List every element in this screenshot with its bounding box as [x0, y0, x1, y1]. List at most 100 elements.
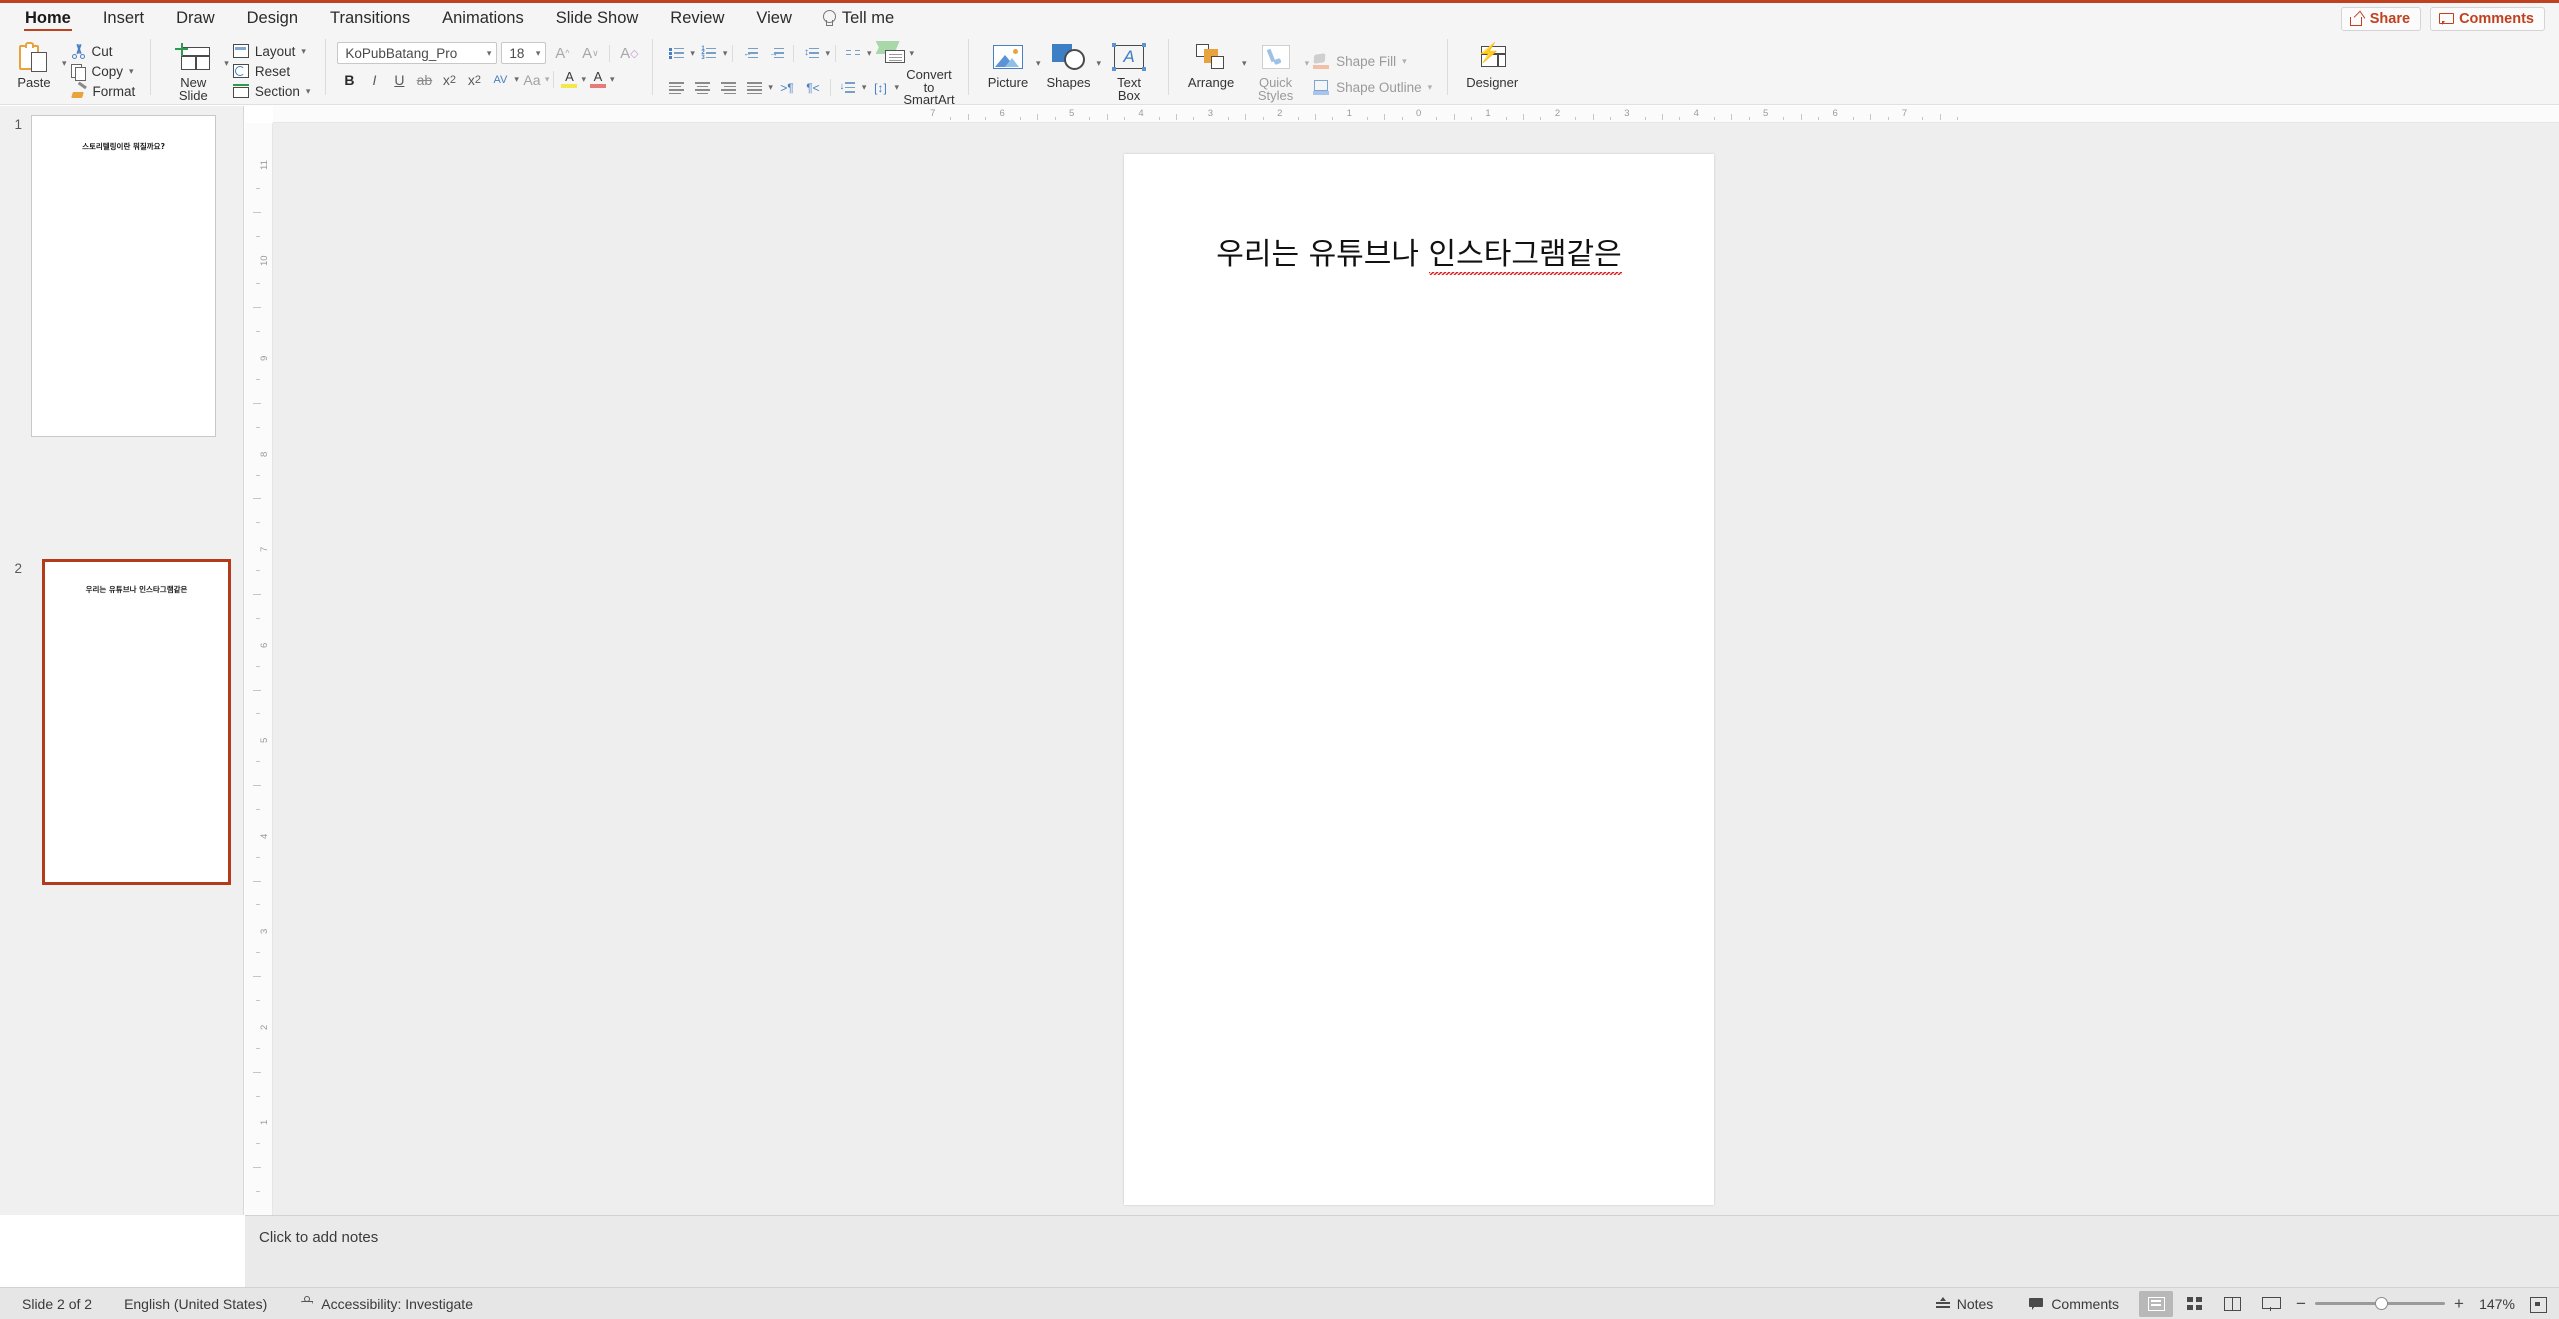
accessibility-status[interactable]: Accessibility: Investigate [283, 1296, 489, 1312]
underline-button[interactable]: U [387, 69, 411, 90]
current-slide[interactable]: 우리는 유튜브나 인스타그램같은 [1124, 154, 1714, 1205]
ltr-direction-button[interactable]: >¶ [775, 78, 799, 98]
align-text-button[interactable]: [↕] [868, 78, 892, 98]
bold-button[interactable]: B [337, 69, 361, 90]
character-spacing-button[interactable]: AV [487, 69, 513, 90]
columns-button[interactable] [841, 43, 865, 63]
copy-button[interactable]: Copy ▾ [67, 61, 140, 81]
notes-pane[interactable]: Click to add notes [245, 1215, 2559, 1287]
share-button[interactable]: Share [2340, 7, 2422, 31]
change-case-button[interactable]: Aa [520, 69, 544, 90]
grow-font-button[interactable]: A ^ [550, 42, 574, 64]
slide-canvas-area[interactable]: 우리는 유튜브나 인스타그램같은 [273, 123, 2559, 1215]
line-spacing-button[interactable]: ↕ [799, 43, 823, 63]
cut-button[interactable]: Cut [67, 41, 140, 61]
slide-sorter-view-button[interactable] [2177, 1291, 2211, 1317]
decrease-indent-button[interactable]: ← [738, 43, 762, 63]
align-right-button[interactable] [716, 78, 740, 98]
shape-fill-chevron[interactable]: ▾ [1402, 56, 1407, 67]
align-center-button[interactable] [690, 78, 714, 98]
subscript-button[interactable]: x2 [462, 69, 486, 90]
slide-thumbnail-panel[interactable]: 1 스토리텔링이란 뭐질까요? 2 우리는 유튜브나 인스타그램같은 [0, 106, 244, 1215]
slide-show-view-button[interactable] [2253, 1291, 2287, 1317]
font-color-button[interactable]: A [587, 69, 609, 90]
font-color-chevron[interactable]: ▾ [610, 74, 615, 85]
designer-button[interactable]: ⚡ Designer [1459, 36, 1525, 90]
justify-button[interactable] [742, 78, 766, 98]
line-spacing-chevron[interactable]: ▾ [825, 48, 830, 59]
smartart-graphic-button[interactable] [874, 41, 908, 63]
zoom-slider[interactable] [2315, 1297, 2445, 1310]
horizontal-ruler[interactable]: 7 6 5 4 3 2 1 0 1 2 3 4 5 6 7 [273, 106, 2559, 123]
bullets-button[interactable] [664, 43, 688, 63]
shape-fill-button[interactable]: Shape Fill ▾ [1309, 48, 1436, 74]
vertical-ruler[interactable]: 11 10 9 8 7 6 5 4 3 2 1 [245, 123, 273, 1215]
new-slide-button[interactable]: New Slide [162, 36, 224, 102]
numbering-button[interactable]: 123 [697, 43, 721, 63]
slide-count-status[interactable]: Slide 2 of 2 [0, 1296, 108, 1312]
reading-view-button[interactable] [2215, 1291, 2249, 1317]
rtl-direction-button[interactable]: ¶< [801, 78, 825, 98]
copy-dropdown-chevron[interactable]: ▾ [129, 66, 134, 77]
align-text-chevron[interactable]: ▾ [894, 82, 899, 93]
font-name-combo[interactable]: KoPubBatang_Pro ▾ [337, 42, 498, 64]
text-highlight-button[interactable]: A [558, 69, 580, 90]
arrange-button[interactable]: Arrange [1180, 36, 1242, 90]
text-direction-button[interactable]: ↓ [836, 78, 860, 98]
zoom-percent-label[interactable]: 147% [2473, 1296, 2521, 1312]
font-name-chevron[interactable]: ▾ [487, 48, 492, 59]
bullets-chevron[interactable]: ▾ [690, 48, 695, 59]
strikethrough-button[interactable]: ab [412, 69, 436, 90]
comments-button[interactable]: Comments [2430, 7, 2545, 31]
tab-draw[interactable]: Draw [160, 3, 231, 33]
notes-toggle-button[interactable]: Notes [1920, 1296, 2010, 1312]
text-direction-chevron[interactable]: ▾ [862, 82, 867, 93]
justify-chevron[interactable]: ▾ [768, 82, 773, 93]
change-case-chevron[interactable]: ▾ [545, 74, 550, 85]
tab-animations[interactable]: Animations [426, 3, 540, 33]
text-box-button[interactable]: A Text Box [1101, 36, 1157, 102]
layout-dropdown-chevron[interactable]: ▾ [301, 46, 306, 57]
layout-button[interactable]: Layout ▾ [229, 41, 315, 61]
quick-styles-button[interactable]: Quick Styles [1247, 36, 1305, 102]
shapes-button[interactable]: Shapes [1041, 36, 1097, 90]
zoom-out-button[interactable]: − [2291, 1294, 2311, 1314]
normal-view-button[interactable] [2139, 1290, 2173, 1317]
zoom-slider-knob[interactable] [2375, 1297, 2388, 1310]
fit-to-window-button[interactable] [2525, 1293, 2551, 1315]
convert-to-smartart-button[interactable]: Convert to SmartArt [901, 68, 957, 107]
font-size-chevron[interactable]: ▾ [536, 48, 541, 59]
columns-chevron[interactable]: ▾ [867, 48, 872, 59]
slide-thumbnail-2[interactable]: 우리는 유튜브나 인스타그램같은 [42, 559, 231, 885]
shape-outline-chevron[interactable]: ▾ [1428, 82, 1433, 93]
section-dropdown-chevron[interactable]: ▾ [306, 86, 311, 97]
reset-button[interactable]: Reset [229, 61, 315, 81]
smartart-chevron[interactable]: ▾ [910, 48, 915, 59]
format-painter-button[interactable]: Format [67, 81, 140, 101]
tab-insert[interactable]: Insert [87, 3, 160, 33]
shape-outline-button[interactable]: Shape Outline ▾ [1309, 74, 1436, 100]
zoom-in-button[interactable]: + [2449, 1294, 2469, 1314]
italic-button[interactable]: I [362, 69, 386, 90]
text-highlight-chevron[interactable]: ▾ [581, 74, 586, 85]
language-status[interactable]: English (United States) [108, 1296, 283, 1312]
comments-toggle-button[interactable]: Comments [2013, 1296, 2135, 1312]
tab-design[interactable]: Design [231, 3, 314, 33]
tab-view[interactable]: View [740, 3, 807, 33]
superscript-button[interactable]: x2 [437, 69, 461, 90]
tab-transitions[interactable]: Transitions [314, 3, 426, 33]
tab-review[interactable]: Review [654, 3, 740, 33]
font-size-combo[interactable]: 18 ▾ [501, 42, 547, 64]
tell-me-button[interactable]: Tell me [808, 3, 908, 33]
character-spacing-chevron[interactable]: ▾ [514, 74, 519, 85]
slide-thumbnail-1[interactable]: 스토리텔링이란 뭐질까요? [31, 115, 216, 437]
slide-title-textbox[interactable]: 우리는 유튜브나 인스타그램같은 [1124, 229, 1714, 275]
shrink-font-button[interactable]: A ∨ [578, 42, 602, 64]
paste-button[interactable]: Paste [6, 36, 62, 90]
increase-indent-button[interactable]: → [764, 43, 788, 63]
tab-slide-show[interactable]: Slide Show [540, 3, 655, 33]
tab-home[interactable]: Home [9, 3, 87, 33]
numbering-chevron[interactable]: ▾ [723, 48, 728, 59]
picture-button[interactable]: Picture [980, 36, 1036, 90]
clear-formatting-button[interactable]: A ◇ [617, 42, 641, 64]
